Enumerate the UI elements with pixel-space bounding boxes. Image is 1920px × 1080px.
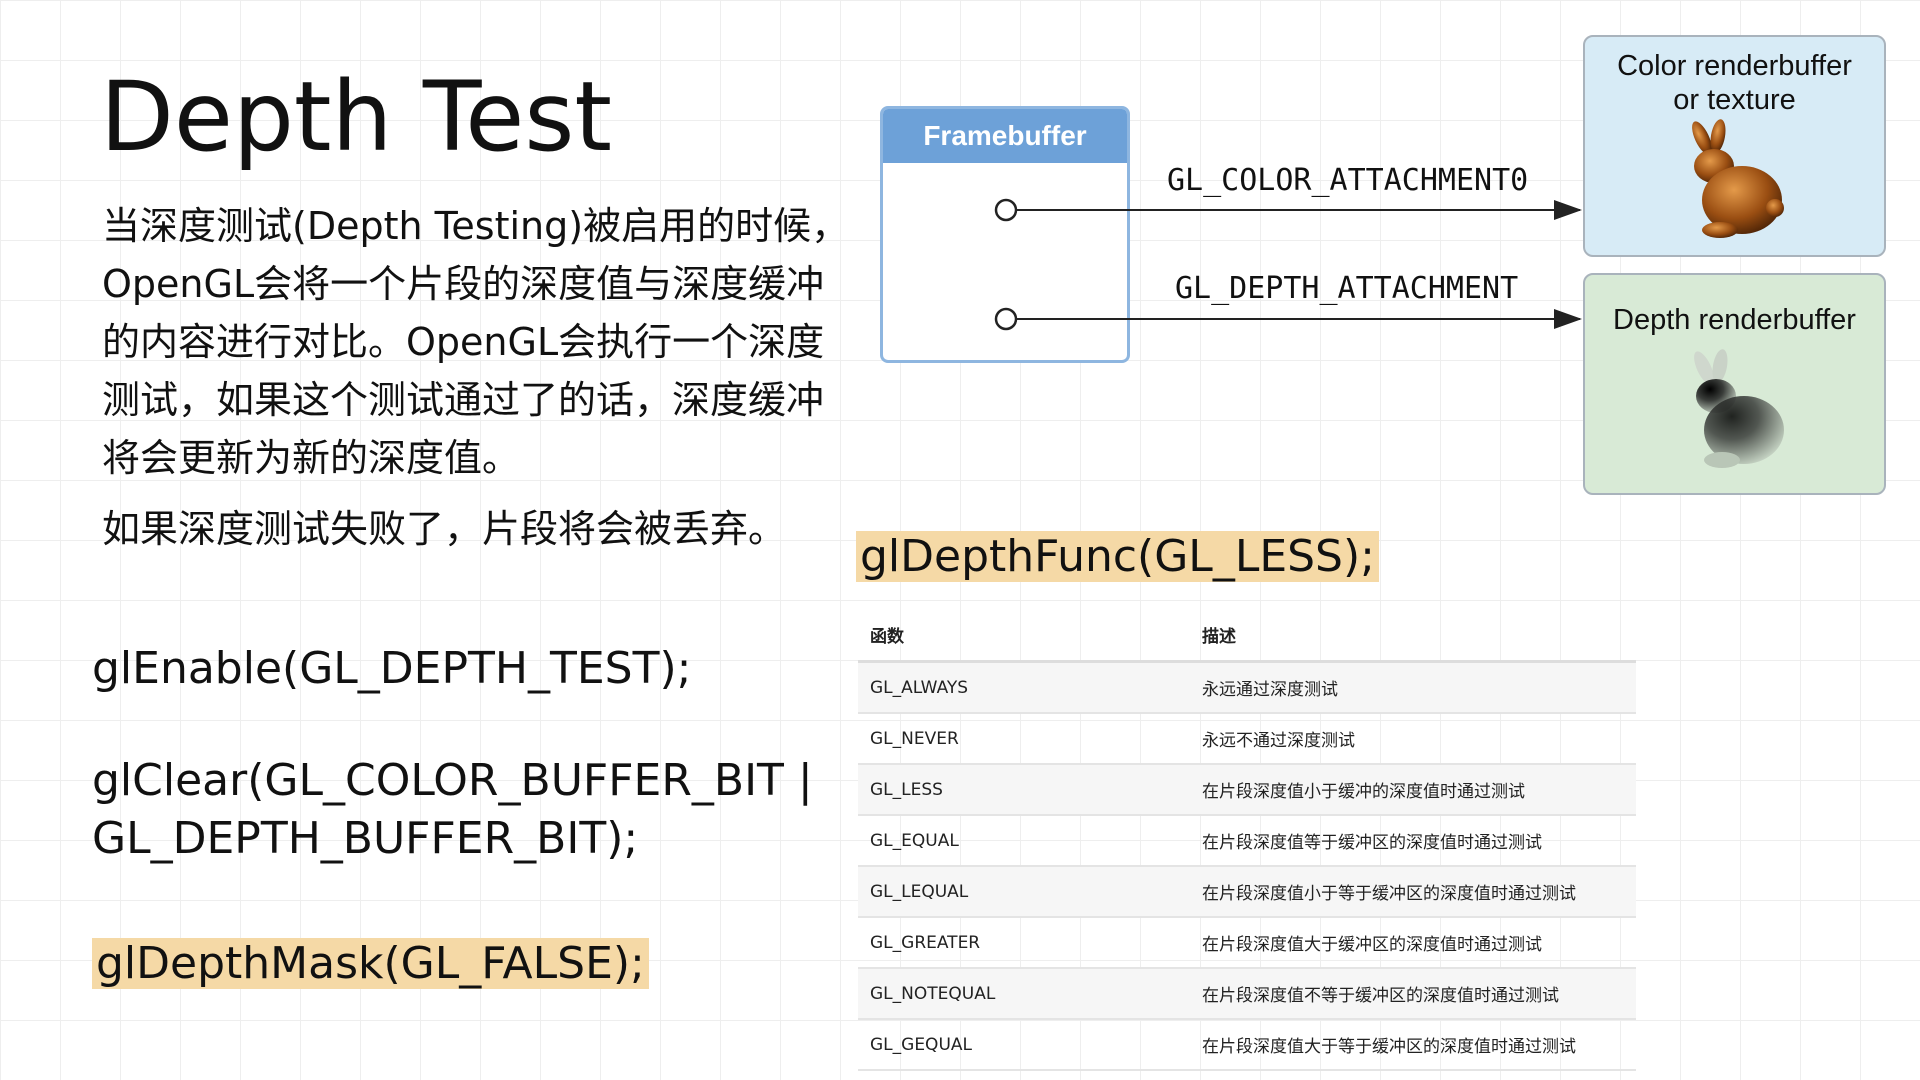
table-header-function: 函数 xyxy=(858,608,1190,663)
table-cell-description: 永远通过深度测试 xyxy=(1190,661,1636,714)
table-row: GL_NEVER 永远不通过深度测试 xyxy=(858,713,1636,765)
table-cell-description: 在片段深度值大于等于缓冲区的深度值时通过测试 xyxy=(1190,1019,1636,1071)
table-cell-function: GL_GREATER xyxy=(858,917,1190,969)
table-cell-function: GL_LEQUAL xyxy=(858,866,1190,918)
color-renderbuffer-line1: Color renderbuffer xyxy=(1617,50,1852,82)
table-cell-description: 在片段深度值小于缓冲的深度值时通过测试 xyxy=(1190,764,1636,816)
table-cell-description: 在片段深度值小于等于缓冲区的深度值时通过测试 xyxy=(1190,866,1636,918)
color-bunny-image xyxy=(1692,119,1784,238)
table-row: GL_ALWAYS 永远通过深度测试 xyxy=(858,661,1636,714)
depth-attachment-point xyxy=(994,307,1018,331)
color-attachment-label: GL_COLOR_ATTACHMENT0 xyxy=(1167,163,1529,198)
table-row: GL_EQUAL 在片段深度值等于缓冲区的深度值时通过测试 xyxy=(858,815,1636,867)
table-cell-function: GL_NEVER xyxy=(858,713,1190,765)
table-cell-description: 在片段深度值等于缓冲区的深度值时通过测试 xyxy=(1190,815,1636,867)
depth-attachment-label: GL_DEPTH_ATTACHMENT xyxy=(1175,271,1519,306)
table-cell-description: 在片段深度值大于缓冲区的深度值时通过测试 xyxy=(1190,917,1636,969)
depth-func-table: 函数 描述 GL_ALWAYS 永远通过深度测试 GL_NEVER 永远不通过深… xyxy=(858,608,1636,1071)
depth-bunny-image xyxy=(1694,349,1784,468)
table-cell-function: GL_ALWAYS xyxy=(858,661,1190,714)
color-renderbuffer-line2: or texture xyxy=(1673,84,1796,116)
color-attachment-point xyxy=(994,198,1018,222)
table-cell-description: 永远不通过深度测试 xyxy=(1190,713,1636,765)
table-cell-description: 在片段深度值不等于缓冲区的深度值时通过测试 xyxy=(1190,968,1636,1020)
table-row: GL_GREATER 在片段深度值大于缓冲区的深度值时通过测试 xyxy=(858,917,1636,969)
table-row: GL_NOTEQUAL 在片段深度值不等于缓冲区的深度值时通过测试 xyxy=(858,968,1636,1020)
table-header-description: 描述 xyxy=(1190,608,1636,663)
table-cell-function: GL_EQUAL xyxy=(858,815,1190,867)
table-row: GL_LEQUAL 在片段深度值小于等于缓冲区的深度值时通过测试 xyxy=(858,866,1636,918)
table-cell-function: GL_NOTEQUAL xyxy=(858,968,1190,1020)
table-cell-function: GL_GEQUAL xyxy=(858,1019,1190,1071)
table-cell-function: GL_LESS xyxy=(858,764,1190,816)
table-row: GL_GEQUAL 在片段深度值大于等于缓冲区的深度值时通过测试 xyxy=(858,1019,1636,1071)
table-header-row: 函数 描述 xyxy=(858,608,1636,663)
table-row: GL_LESS 在片段深度值小于缓冲的深度值时通过测试 xyxy=(858,764,1636,816)
depth-renderbuffer-label: Depth renderbuffer xyxy=(1613,304,1856,336)
